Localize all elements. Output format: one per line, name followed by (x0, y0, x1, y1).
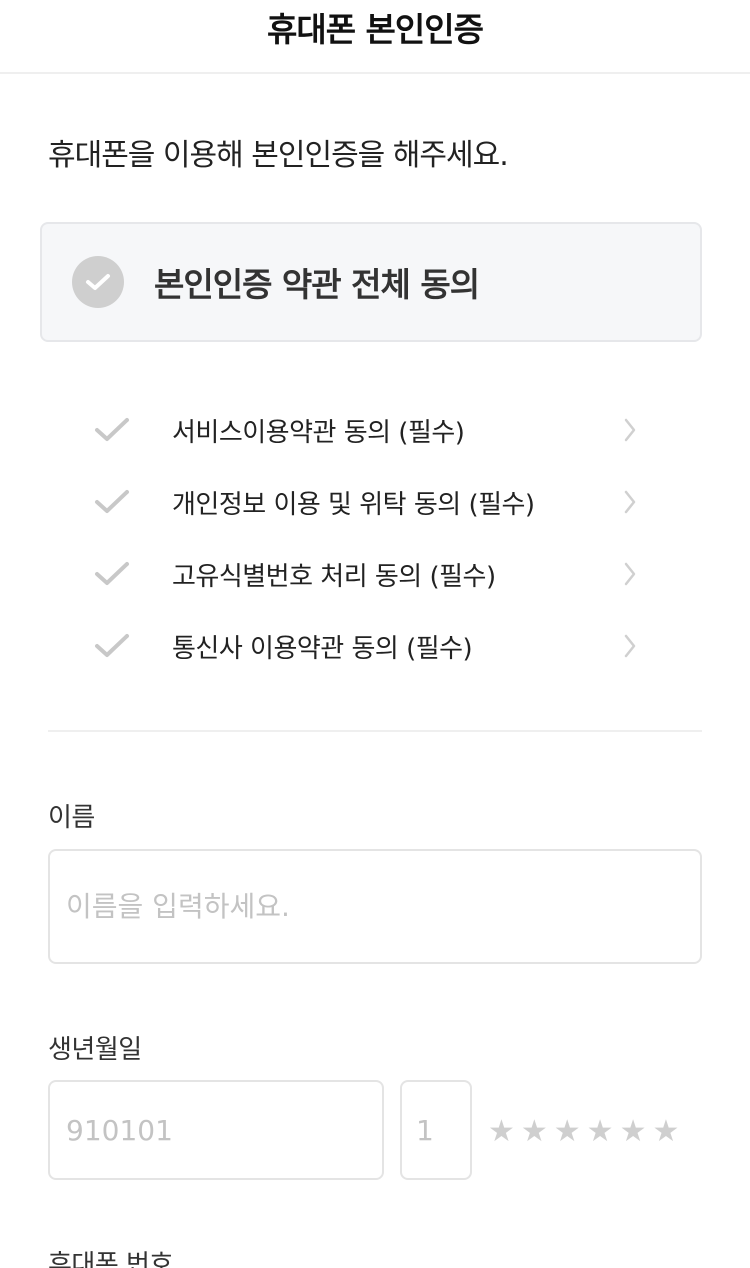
circle-check-icon (72, 256, 124, 308)
intro-text: 휴대폰을 이용해 본인인증을 해주세요. (48, 138, 509, 173)
chevron-right-icon[interactable] (622, 560, 638, 588)
agree-all-label: 본인인증 약관 전체 동의 (154, 265, 480, 304)
masked-digits: ★★★★★★ (488, 1114, 686, 1149)
check-icon[interactable] (94, 560, 130, 588)
term-label: 통신사 이용약관 동의 (필수) (172, 634, 473, 664)
term-item[interactable]: 서비스이용약관 동의 (필수) (0, 394, 750, 466)
terms-list: 서비스이용약관 동의 (필수) 개인정보 이용 및 위탁 동의 (필수) 고유식… (0, 394, 750, 682)
term-label: 서비스이용약관 동의 (필수) (172, 418, 465, 448)
page: 휴대폰 본인인증 휴대폰을 이용해 본인인증을 해주세요. 본인인증 약관 전체… (0, 0, 750, 1268)
birthdate-input[interactable] (48, 1080, 384, 1180)
chevron-right-icon[interactable] (622, 632, 638, 660)
divider (48, 730, 702, 732)
name-input[interactable] (48, 849, 702, 964)
agree-all-checkbox[interactable]: 본인인증 약관 전체 동의 (40, 222, 702, 342)
term-label: 고유식별번호 처리 동의 (필수) (172, 562, 496, 592)
term-item[interactable]: 개인정보 이용 및 위탁 동의 (필수) (0, 466, 750, 538)
gender-digit-input[interactable] (400, 1080, 472, 1180)
check-icon[interactable] (94, 488, 130, 516)
term-item[interactable]: 통신사 이용약관 동의 (필수) (0, 610, 750, 682)
check-icon[interactable] (94, 632, 130, 660)
page-title: 휴대폰 본인인증 (266, 10, 484, 49)
term-label: 개인정보 이용 및 위탁 동의 (필수) (172, 490, 535, 520)
term-item[interactable]: 고유식별번호 처리 동의 (필수) (0, 538, 750, 610)
chevron-right-icon[interactable] (622, 488, 638, 516)
check-icon[interactable] (94, 416, 130, 444)
name-label: 이름 (48, 803, 95, 833)
phone-label: 휴대폰 번호 (48, 1250, 173, 1268)
header: 휴대폰 본인인증 (0, 0, 750, 74)
birth-label: 생년월일 (48, 1035, 142, 1065)
chevron-right-icon[interactable] (622, 416, 638, 444)
